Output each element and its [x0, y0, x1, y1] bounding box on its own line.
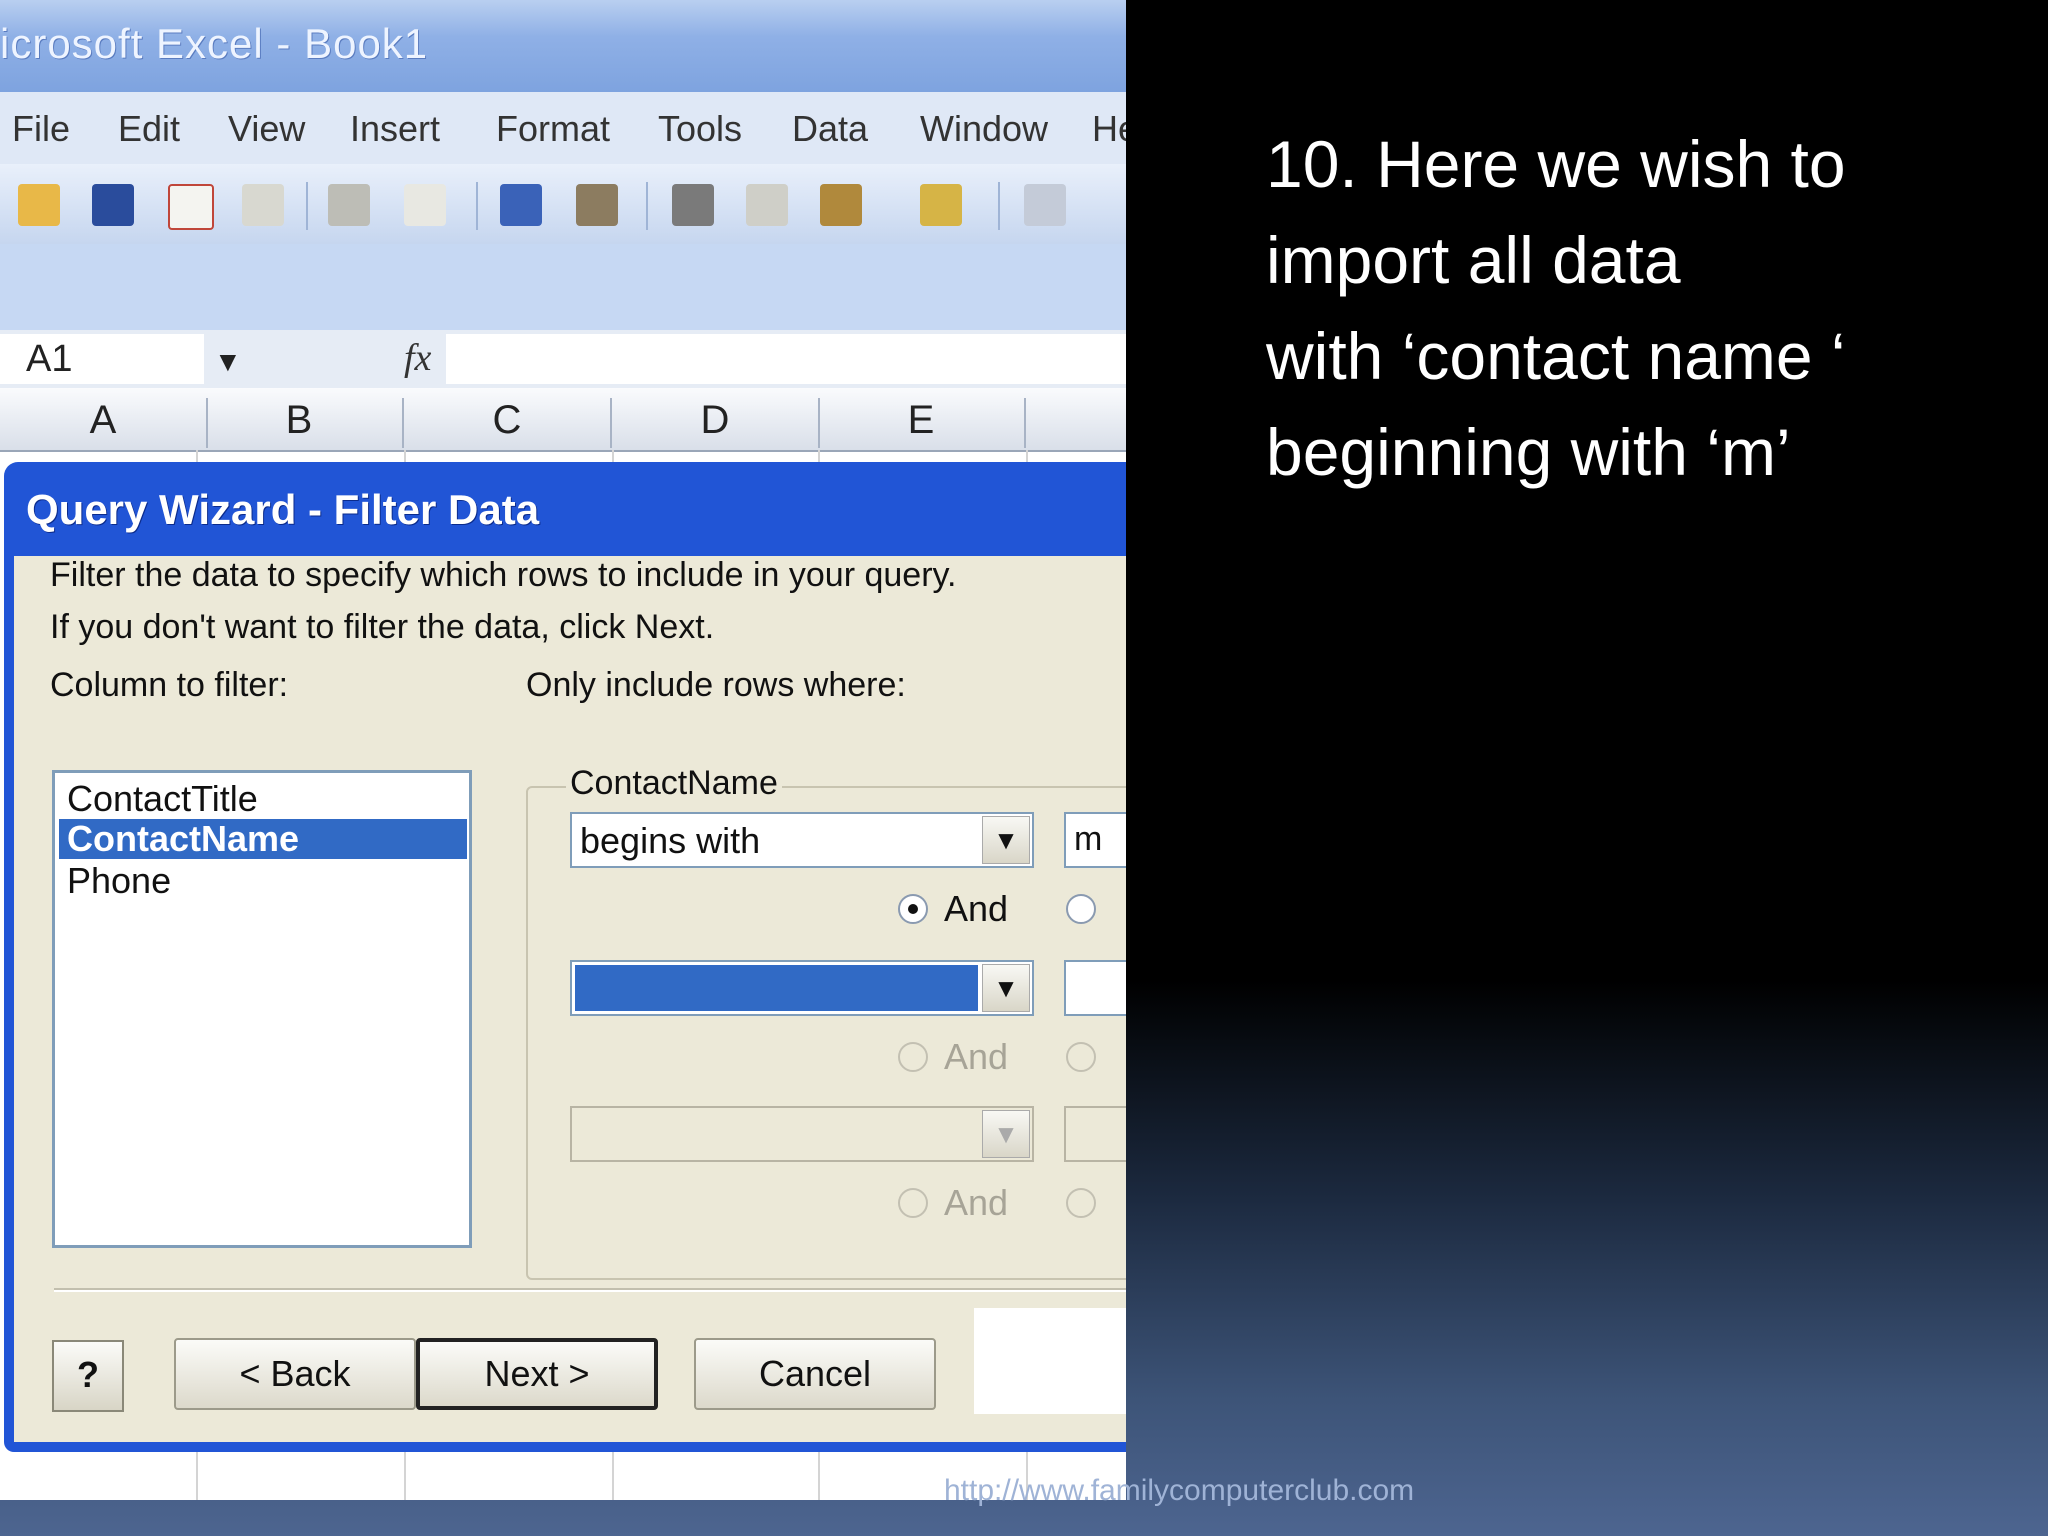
paste-icon[interactable] — [820, 184, 862, 226]
value-input-1[interactable]: m — [1064, 812, 1126, 868]
permission-icon[interactable] — [168, 184, 214, 230]
column-header-c[interactable]: C — [404, 398, 612, 448]
menu-help[interactable]: He — [1092, 108, 1126, 150]
formula-input[interactable] — [446, 334, 1126, 384]
caption-line-4: beginning with ‘m’ — [1266, 415, 1791, 489]
format-painter-icon[interactable] — [920, 184, 962, 226]
or-radio-1[interactable] — [1066, 894, 1096, 924]
menu-window[interactable]: Window — [920, 108, 1048, 150]
undo-icon[interactable] — [1024, 184, 1066, 226]
dialog-body: Filter the data to specify which rows to… — [14, 556, 1126, 1442]
operator-select-3[interactable]: ▼ — [570, 1106, 1034, 1162]
list-item[interactable]: ContactTitle — [59, 779, 467, 819]
cut-icon[interactable] — [672, 184, 714, 226]
email-icon[interactable] — [242, 184, 284, 226]
or-radio-3[interactable] — [1066, 1188, 1096, 1218]
column-to-filter-label: Column to filter: — [50, 666, 289, 704]
cancel-button[interactable]: Cancel — [694, 1338, 936, 1410]
and-radio-2-label: And — [944, 1036, 1009, 1077]
chevron-down-icon[interactable]: ▼ — [214, 346, 242, 378]
print-icon[interactable] — [328, 184, 370, 226]
research-icon[interactable] — [576, 184, 618, 226]
menu-insert[interactable]: Insert — [350, 108, 440, 150]
standard-toolbar — [0, 164, 1126, 244]
menu-edit[interactable]: Edit — [118, 108, 180, 150]
menu-format[interactable]: Format — [496, 108, 610, 150]
slide-caption: 10. Here we wish to import all data with… — [1266, 116, 2026, 500]
and-radio-3-label: And — [944, 1182, 1009, 1223]
name-box[interactable]: A1 — [0, 334, 204, 384]
next-button[interactable]: Next > — [416, 1338, 658, 1410]
caption-line-1: 10. Here we wish to — [1266, 127, 1846, 201]
and-radio-1[interactable] — [898, 894, 928, 924]
menu-file[interactable]: File — [12, 108, 70, 150]
title-bar: icrosoft Excel - Book1 — [0, 0, 1126, 92]
and-radio-3[interactable] — [898, 1188, 928, 1218]
operator-select-1[interactable]: begins with ▼ — [570, 812, 1034, 868]
query-wizard-dialog: Query Wizard - Filter Data Filter the da… — [4, 462, 1126, 1452]
chevron-down-icon[interactable]: ▼ — [982, 816, 1030, 864]
chevron-down-icon[interactable]: ▼ — [982, 964, 1030, 1012]
instruction-line-2: If you don't want to filter the data, cl… — [50, 608, 715, 646]
operator-select-2[interactable]: ▼ — [570, 960, 1034, 1016]
and-radio-1-label: And — [944, 888, 1009, 929]
or-radio-2[interactable] — [1066, 1042, 1096, 1072]
window-title: icrosoft Excel - Book1 — [0, 20, 429, 67]
value-input-2[interactable] — [1064, 960, 1126, 1016]
menu-tools[interactable]: Tools — [658, 108, 742, 150]
toolbar-separator — [476, 182, 478, 230]
divider — [54, 1288, 1126, 1292]
open-icon[interactable] — [18, 184, 60, 226]
toolbar-separator — [998, 182, 1000, 230]
toolbar-area — [0, 244, 1126, 330]
help-button[interactable]: ? — [52, 1340, 124, 1412]
toolbar-separator — [306, 182, 308, 230]
selection-highlight — [575, 965, 978, 1011]
column-header-e[interactable]: E — [818, 398, 1026, 448]
print-preview-icon[interactable] — [404, 184, 446, 226]
menu-data[interactable]: Data — [792, 108, 868, 150]
operator-select-1-value: begins with — [580, 820, 761, 861]
dialog-title: Query Wizard - Filter Data — [26, 486, 540, 533]
menu-view[interactable]: View — [228, 108, 305, 150]
list-item[interactable]: Phone — [59, 861, 467, 901]
finish-button-area — [974, 1308, 1126, 1414]
spelling-icon[interactable] — [500, 184, 542, 226]
excel-screenshot: icrosoft Excel - Book1 File Edit View In… — [0, 0, 1126, 1500]
copy-icon[interactable] — [746, 184, 788, 226]
only-include-rows-label: Only include rows where: — [526, 666, 906, 704]
value-input-3[interactable] — [1064, 1106, 1126, 1162]
column-header-d[interactable]: D — [612, 398, 820, 448]
caption-line-3: with ‘contact name ‘ — [1266, 319, 1846, 393]
column-header-b[interactable]: B — [196, 398, 404, 448]
list-item-selected[interactable]: ContactName — [59, 819, 467, 859]
instruction-line-1: Filter the data to specify which rows to… — [50, 556, 957, 594]
and-radio-2[interactable] — [898, 1042, 928, 1072]
filter-group-label: ContactName — [566, 764, 782, 803]
formula-bar: A1 ▼ fx — [0, 330, 1126, 388]
caption-line-2: import all data — [1266, 223, 1681, 297]
toolbar-separator — [646, 182, 648, 230]
footer-url[interactable]: http://www.familycomputerclub.com — [944, 1474, 1414, 1508]
save-icon[interactable] — [92, 184, 134, 226]
chevron-down-icon[interactable]: ▼ — [982, 1110, 1030, 1158]
menu-bar: File Edit View Insert Format Tools Data … — [0, 92, 1126, 164]
column-headers: A B C D E — [0, 388, 1126, 452]
back-button[interactable]: < Back — [174, 1338, 416, 1410]
column-header-a[interactable]: A — [0, 398, 208, 448]
insert-function-icon[interactable]: fx — [404, 336, 431, 380]
column-listbox[interactable]: ContactTitle ContactName Phone — [52, 770, 472, 1248]
